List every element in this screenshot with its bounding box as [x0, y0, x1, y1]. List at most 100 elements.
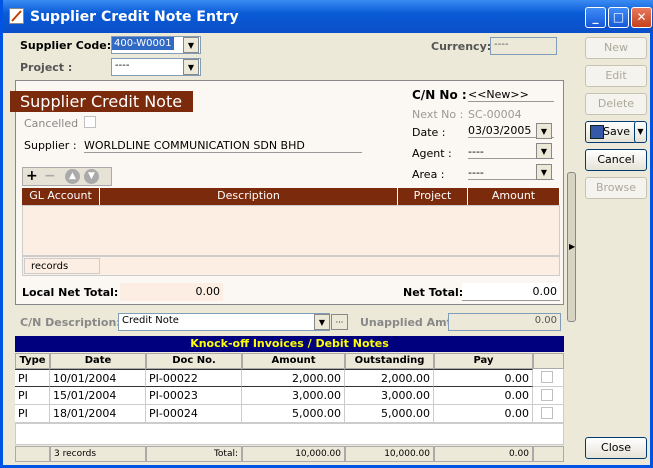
new-button[interactable]: New [585, 37, 647, 59]
chevron-right-icon: ▶ [569, 242, 576, 251]
ko-cell-pay[interactable]: 0.00 [434, 369, 533, 387]
local-net-total-label: Local Net Total: [22, 286, 119, 299]
ko-cell-amount[interactable]: 3,000.00 [242, 387, 345, 405]
ko-col-doc[interactable]: Doc No. [146, 353, 242, 369]
ko-cell-date[interactable]: 15/01/2004 [50, 387, 146, 405]
ko-select-checkbox[interactable] [541, 371, 553, 383]
grid-body[interactable] [22, 205, 560, 256]
ko-cell-amount[interactable]: 5,000.00 [242, 405, 345, 423]
currency-label: Currency: [431, 40, 492, 53]
move-up-icon[interactable]: ▲ [65, 169, 80, 184]
unapplied-amt-label: Unapplied Amt: [360, 316, 457, 329]
ko-select-checkbox[interactable] [541, 389, 553, 401]
close-button[interactable]: Close [585, 437, 647, 459]
app-icon [9, 8, 24, 24]
ko-cell-outstanding[interactable]: 2,000.00 [345, 369, 434, 387]
window-title: Supplier Credit Note Entry [30, 9, 239, 25]
ko-col-amount[interactable]: Amount [242, 353, 345, 369]
cancel-button[interactable]: Cancel [585, 149, 647, 171]
date-dropdown[interactable]: ▼ [536, 123, 552, 139]
save-button[interactable]: Save [585, 121, 637, 143]
supplier-code-dropdown[interactable]: ▼ [183, 37, 199, 53]
maximize-button[interactable]: □ [608, 7, 629, 28]
currency-field: ---- [490, 37, 557, 55]
knockoff-empty-area [15, 423, 564, 445]
save-label: Save [602, 125, 630, 138]
ko-cell-pay[interactable]: 0.00 [434, 387, 533, 405]
project-dropdown[interactable]: ▼ [183, 59, 199, 75]
ko-cell-date[interactable]: 10/01/2004 [50, 369, 146, 387]
ko-select-checkbox[interactable] [541, 407, 553, 419]
col-gl-account[interactable]: GL Account [22, 188, 100, 205]
date-label: Date : [412, 126, 446, 139]
ko-cell-select [533, 387, 564, 405]
edit-button[interactable]: Edit [585, 65, 647, 87]
close-window-button[interactable]: ✕ [631, 7, 652, 28]
browse-button[interactable]: Browse [585, 177, 647, 199]
agent-label: Agent : [412, 147, 452, 160]
minimize-button[interactable]: _ [585, 7, 606, 28]
ko-foot-records: 3 records [50, 446, 146, 462]
ko-cell-date[interactable]: 18/01/2004 [50, 405, 146, 423]
delete-button[interactable]: Delete [585, 93, 647, 115]
cancelled-checkbox[interactable] [84, 116, 96, 128]
ko-cell-doc[interactable]: PI-00023 [146, 387, 242, 405]
knockoff-title: Knock-off Invoices / Debit Notes [15, 336, 564, 352]
title-bar[interactable]: Supplier Credit Note Entry _ □ ✕ [3, 0, 653, 33]
ko-foot-outstanding: 10,000.00 [345, 446, 434, 462]
ko-foot-blank [15, 446, 50, 462]
grid-footer: records [22, 256, 560, 276]
ko-cell-type[interactable]: PI [15, 387, 50, 405]
area-label: Area : [412, 168, 445, 181]
ko-cell-outstanding[interactable]: 5,000.00 [345, 405, 434, 423]
col-amount[interactable]: Amount [468, 188, 560, 205]
cn-description-input[interactable]: Credit Note [118, 313, 330, 331]
ko-cell-select [533, 405, 564, 423]
disk-icon [590, 125, 604, 139]
net-total-value: 0.00 [462, 283, 560, 301]
unapplied-amt-value: 0.00 [448, 313, 561, 331]
ko-col-date[interactable]: Date [50, 353, 146, 369]
col-description[interactable]: Description [100, 188, 398, 205]
remove-row-icon[interactable]: − [44, 168, 56, 184]
grid-records: records [24, 258, 100, 274]
move-down-icon[interactable]: ▼ [84, 169, 99, 184]
save-options-button[interactable]: ▼ [634, 121, 647, 143]
ko-cell-doc[interactable]: PI-00022 [146, 369, 242, 387]
ko-cell-pay[interactable]: 0.00 [434, 405, 533, 423]
cancelled-label: Cancelled [24, 117, 79, 130]
supplier-label: Supplier : [24, 139, 77, 152]
ko-cell-doc[interactable]: PI-00024 [146, 405, 242, 423]
ko-col-pay[interactable]: Pay [434, 353, 533, 369]
cn-no-field[interactable]: <<New>> [468, 88, 554, 102]
ko-cell-type[interactable]: PI [15, 369, 50, 387]
description-dropdown[interactable]: ▼ [314, 314, 330, 330]
ko-foot-amount: 10,000.00 [242, 446, 345, 462]
add-row-icon[interactable]: + [26, 168, 38, 184]
ko-cell-select [533, 369, 564, 387]
ko-col-select[interactable] [533, 353, 564, 369]
local-net-total-value: 0.00 [120, 283, 223, 301]
ko-col-type[interactable]: Type [15, 353, 50, 369]
col-project[interactable]: Project [398, 188, 468, 205]
next-no-value: SC-00004 [468, 108, 522, 121]
description-more-button[interactable]: ··· [331, 314, 348, 330]
supplier-name: WORLDLINE COMMUNICATION SDN BHD [84, 139, 362, 153]
ko-cell-outstanding[interactable]: 3,000.00 [345, 387, 434, 405]
ko-cell-type[interactable]: PI [15, 405, 50, 423]
cn-no-label: C/N No : [412, 88, 467, 102]
ko-foot-total-label: Total: [146, 446, 242, 462]
net-total-label: Net Total: [403, 286, 464, 299]
credit-note-panel: Supplier Credit Note Cancelled Supplier … [10, 80, 564, 305]
app-window: Supplier Credit Note Entry _ □ ✕ Supplie… [0, 0, 653, 468]
supplier-code-input[interactable]: 400-W0001 [112, 37, 174, 50]
agent-dropdown[interactable]: ▼ [536, 143, 552, 159]
ko-foot-pay: 0.00 [434, 446, 533, 462]
ko-col-outstanding[interactable]: Outstanding [345, 353, 434, 369]
ko-foot-select [533, 446, 564, 462]
grid-toolbar: + − ▲ ▼ [22, 167, 112, 186]
ko-cell-amount[interactable]: 2,000.00 [242, 369, 345, 387]
supplier-code-label: Supplier Code: [20, 39, 112, 52]
project-label: Project : [20, 61, 73, 74]
area-dropdown[interactable]: ▼ [536, 164, 552, 180]
